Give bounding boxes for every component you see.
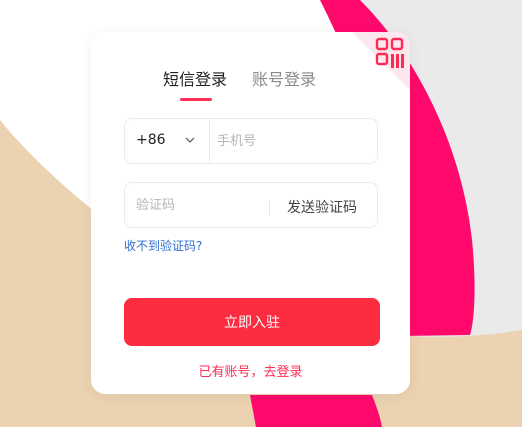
send-code-button[interactable]: 发送验证码 (287, 197, 357, 217)
country-code-value: +86 (136, 132, 166, 148)
verification-code-field: 发送验证码 (124, 182, 378, 228)
tab-account-login[interactable]: 账号登录 (252, 70, 316, 90)
active-tab-indicator (180, 98, 212, 101)
submit-register-button[interactable]: 立即入驻 (124, 298, 380, 346)
tab-sms-login[interactable]: 短信登录 (163, 70, 227, 90)
field-divider (269, 201, 270, 215)
no-code-help-link[interactable]: 收不到验证码? (124, 237, 202, 254)
login-tabs: 短信登录 账号登录 (91, 70, 410, 104)
verification-code-input[interactable] (136, 183, 256, 227)
phone-number-input[interactable] (217, 119, 367, 163)
chevron-down-icon (185, 137, 195, 143)
go-login-link[interactable]: 已有账号，去登录 (91, 361, 410, 380)
country-code-select[interactable]: +86 (125, 119, 210, 163)
phone-field: +86 (124, 118, 378, 164)
registration-card: 短信登录 账号登录 +86 发送验证码 收不到验证码? 立即入驻 已有账号，去登… (91, 32, 410, 394)
